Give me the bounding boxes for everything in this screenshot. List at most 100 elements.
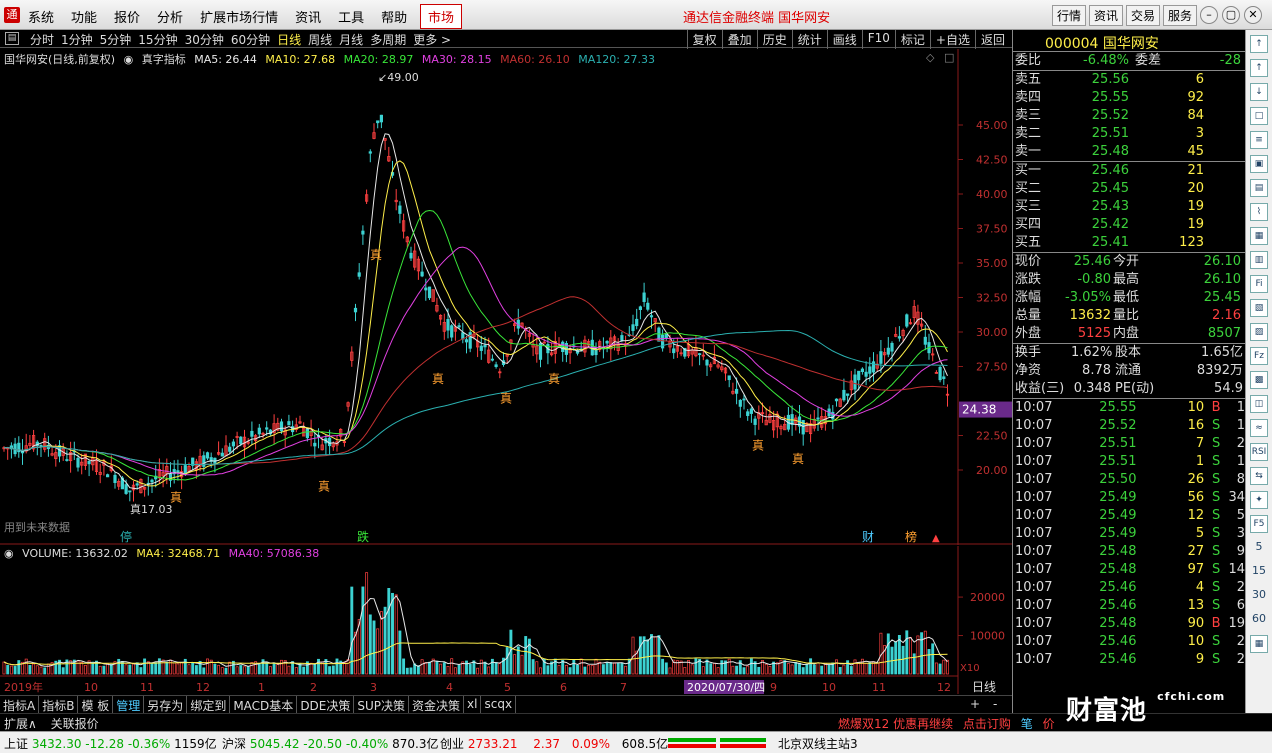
tool-button[interactable]: F10 [861, 30, 895, 49]
side-tool-icon[interactable]: ▤ [1250, 179, 1268, 197]
subscribe-link[interactable]: 点击订购 [963, 717, 1011, 731]
side-tool-icon[interactable]: ⌇ [1250, 203, 1268, 221]
menu-ext-market[interactable]: 扩展市场行情 [200, 7, 278, 26]
menu-function[interactable]: 功能 [71, 7, 97, 26]
side-tool-icon[interactable]: ▧ [1250, 299, 1268, 317]
menu-help[interactable]: 帮助 [381, 7, 407, 26]
period-tab[interactable]: 月线 [339, 31, 363, 48]
indicator-dropdown-icon[interactable]: ◉ [124, 53, 134, 66]
service-mode-button[interactable]: 服务 [1163, 5, 1198, 26]
side-tool-icon[interactable]: ⇆ [1250, 467, 1268, 485]
order-row[interactable]: 卖二 25.51 3 [1013, 125, 1245, 143]
tool-button[interactable]: 叠加 [721, 30, 757, 49]
tick-tab[interactable]: 笔 [1021, 717, 1033, 731]
tool-button[interactable]: 复权 [686, 30, 722, 49]
tick-row[interactable]: 10:07 25.46 4 S 2 [1013, 579, 1245, 597]
volume-dropdown-icon[interactable]: ◉ [4, 547, 14, 560]
side-tool-icon[interactable]: ▩ [1250, 371, 1268, 389]
side-tool-icon[interactable]: ↑ [1250, 59, 1268, 77]
tick-row[interactable]: 10:07 25.51 7 S 2 [1013, 435, 1245, 453]
order-row[interactable]: 买四 25.42 19 [1013, 216, 1245, 234]
side-tool-icon[interactable]: ▣ [1250, 155, 1268, 173]
period-tab[interactable]: 15分钟 [138, 31, 177, 48]
index-hs[interactable]: 沪深 5045.42 -20.50 -0.40% 870.3亿 [222, 735, 438, 752]
tool-button[interactable]: 统计 [791, 30, 827, 49]
side-tool-icon[interactable]: ▨ [1250, 323, 1268, 341]
order-row[interactable]: 卖四 25.55 92 [1013, 89, 1245, 107]
quote-mode-button[interactable]: 行情 [1052, 5, 1087, 26]
side-tool-icon[interactable]: ◫ [1250, 395, 1268, 413]
tick-list[interactable]: 10:07 25.55 10 B 1 10:07 25.52 16 S 1 10:07 25.51 7 S… [1013, 399, 1245, 669]
period-tab[interactable]: 周线 [308, 31, 332, 48]
kline-chart[interactable]: 45.00 42.50 40.00 37.50 35.00 32.50 30.00 27.50… [0, 49, 1012, 545]
side-tool-icon[interactable]: □ [1250, 107, 1268, 125]
period-tab[interactable]: 日线 [277, 31, 301, 48]
tick-row[interactable]: 10:07 25.52 16 S 1 [1013, 417, 1245, 435]
tick-row[interactable]: 10:07 25.48 97 S 14 [1013, 561, 1245, 579]
period-tab[interactable]: 5分钟 [100, 31, 132, 48]
restore-icon[interactable]: ▢ [1222, 6, 1240, 24]
tick-row[interactable]: 10:07 25.46 9 S 2 [1013, 651, 1245, 669]
market-button[interactable]: 市场 [420, 4, 463, 29]
menu-quote[interactable]: 报价 [114, 7, 140, 26]
tick-row[interactable]: 10:07 25.46 10 S 2 [1013, 633, 1245, 651]
tick-row[interactable]: 10:07 25.49 12 S 5 [1013, 507, 1245, 525]
order-row[interactable]: 买二 25.45 20 [1013, 180, 1245, 198]
tick-row[interactable]: 10:07 25.46 13 S 6 [1013, 597, 1245, 615]
minimize-icon[interactable]: – [1200, 6, 1218, 24]
order-row[interactable]: 买五 25.41 123 [1013, 234, 1245, 252]
order-row[interactable]: 卖三 25.52 84 [1013, 107, 1245, 125]
side-tool-icon[interactable]: 30 [1250, 587, 1268, 605]
trade-mode-button[interactable]: 交易 [1126, 5, 1161, 26]
indicator-name[interactable]: 真字指标 [142, 53, 186, 66]
side-tool-icon[interactable]: ▥ [1250, 251, 1268, 269]
close-icon[interactable]: ✕ [1244, 6, 1262, 24]
tool-button[interactable]: 标记 [894, 30, 930, 49]
expand-button[interactable]: 扩展∧ [4, 717, 37, 731]
side-tool-icon[interactable]: RSI [1250, 443, 1268, 461]
tick-row[interactable]: 10:07 25.51 1 S 1 [1013, 453, 1245, 471]
side-tool-icon[interactable]: 60 [1250, 611, 1268, 629]
promo-text[interactable]: 燃爆双12 优惠再继续 [838, 717, 953, 731]
side-tool-icon[interactable]: ≡ [1250, 131, 1268, 149]
period-tab[interactable]: 分时 [30, 31, 54, 48]
order-row[interactable]: 买一 25.46 21 [1013, 162, 1245, 180]
menu-news[interactable]: 资讯 [295, 7, 321, 26]
tool-button[interactable]: 画线 [826, 30, 862, 49]
side-tool-icon[interactable]: ▦ [1250, 635, 1268, 653]
side-tool-icon[interactable]: ≈ [1250, 419, 1268, 437]
order-row[interactable]: 卖一 25.48 45 [1013, 143, 1245, 161]
tick-row[interactable]: 10:07 25.49 56 S 34 [1013, 489, 1245, 507]
menu-analysis[interactable]: 分析 [157, 7, 183, 26]
side-tool-icon[interactable]: ↑ [1250, 35, 1268, 53]
app-logo-icon[interactable]: 通 [4, 7, 20, 23]
index-sh[interactable]: 上证 3432.30 -12.28 -0.36% 1159亿 [4, 735, 217, 752]
period-tab[interactable]: 多周期 [370, 31, 406, 48]
tick-row[interactable]: 10:07 25.49 5 S 3 [1013, 525, 1245, 543]
tool-button[interactable]: +自选 [929, 30, 975, 49]
order-row[interactable]: 卖五 25.56 6 [1013, 71, 1245, 89]
volume-chart[interactable]: 20000 10000 X10 2019年 10 11 12 1 2 3 4 5 6 7 9 10 11 12 20… [0, 546, 1012, 694]
period-tab[interactable]: 60分钟 [231, 31, 270, 48]
side-tool-icon[interactable]: Fi [1250, 275, 1268, 293]
news-mode-button[interactable]: 资讯 [1089, 5, 1124, 26]
period-tab[interactable]: 1分钟 [61, 31, 93, 48]
server-label[interactable]: 北京双线主站3 [778, 735, 858, 752]
side-tool-icon[interactable]: F5 [1250, 515, 1268, 533]
related-quote-button[interactable]: 关联报价 [51, 717, 99, 731]
menu-tools[interactable]: 工具 [338, 7, 364, 26]
side-tool-icon[interactable]: ↓ [1250, 83, 1268, 101]
price-tab[interactable]: 价 [1043, 717, 1055, 731]
tick-row[interactable]: 10:07 25.55 10 B 1 [1013, 399, 1245, 417]
side-tool-icon[interactable]: ▦ [1250, 227, 1268, 245]
menu-system[interactable]: 系统 [28, 7, 54, 26]
tick-row[interactable]: 10:07 25.48 90 B 19 [1013, 615, 1245, 633]
side-tool-icon[interactable]: 15 [1250, 563, 1268, 581]
zoom-in-button[interactable]: + [970, 697, 980, 711]
volume-canvas[interactable]: 2000010000X102019年 10 11 12 1 2 3 4 5 6 7 9 10 11 1220… [0, 546, 1012, 694]
period-tab[interactable]: 30分钟 [185, 31, 224, 48]
index-cy[interactable]: 创业 2733.21 2.37 0.09% 608.5亿 [440, 735, 668, 752]
tick-row[interactable]: 10:07 25.50 26 S 8 [1013, 471, 1245, 489]
side-tool-icon[interactable]: Fz [1250, 347, 1268, 365]
zoom-out-button[interactable]: - [993, 697, 997, 711]
